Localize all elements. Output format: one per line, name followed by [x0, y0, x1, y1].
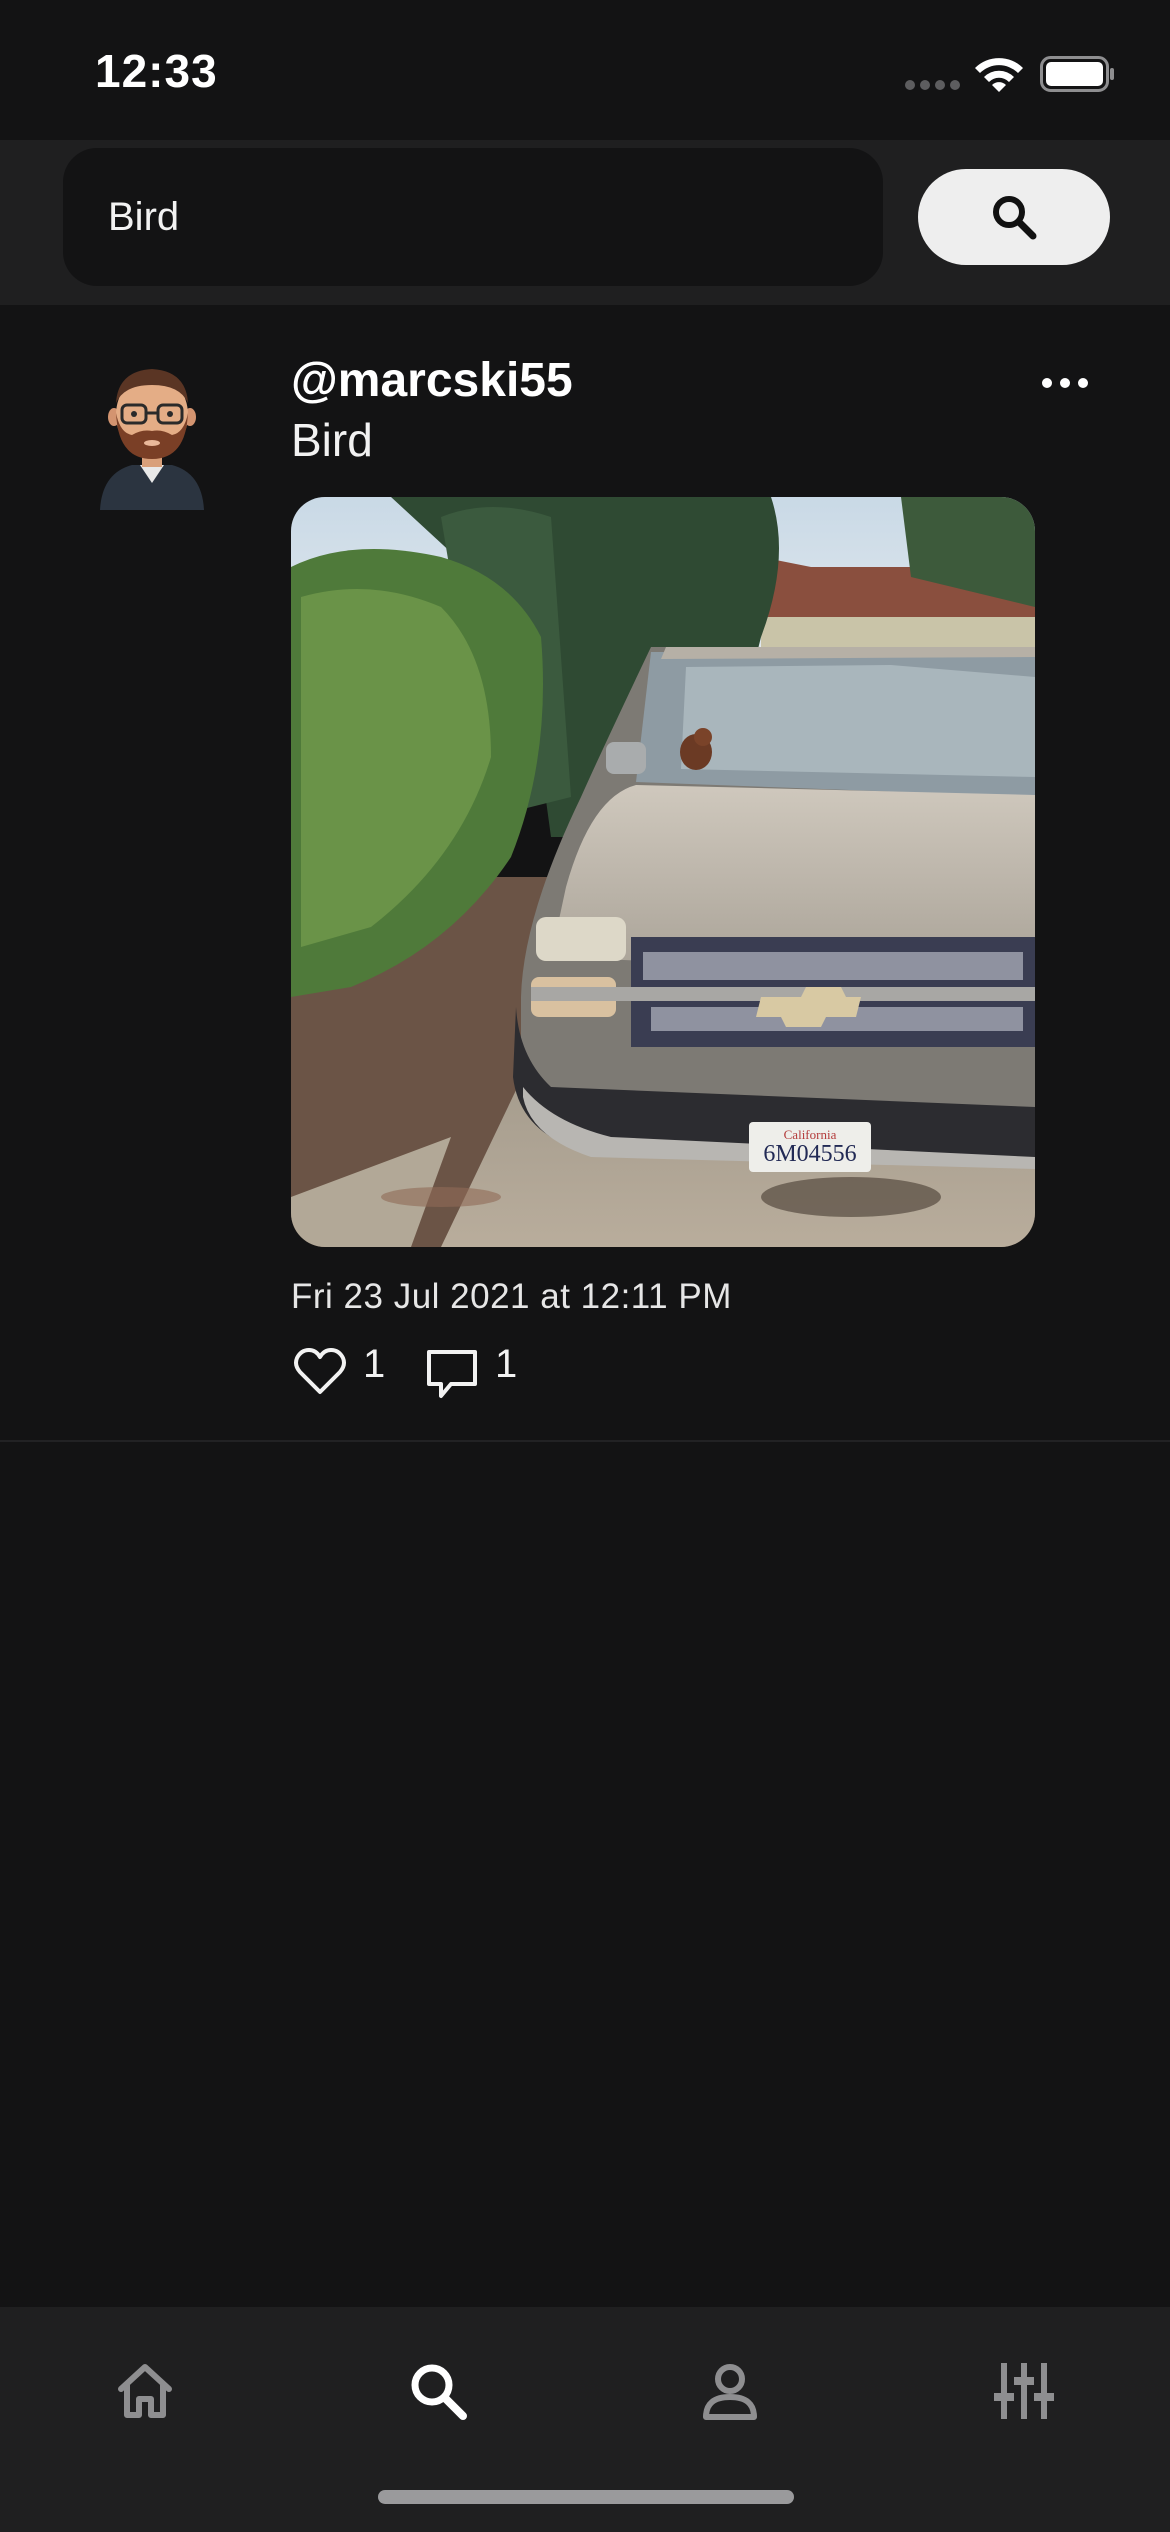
post-image[interactable]: 6M04556 California: [291, 497, 1035, 1247]
search-button[interactable]: [918, 169, 1110, 265]
home-indicator[interactable]: [378, 2490, 794, 2504]
battery-icon: [1040, 56, 1114, 92]
home-icon: [118, 2364, 172, 2418]
search-query: Bird: [108, 194, 180, 239]
like-count: 1: [363, 1342, 386, 1386]
settings-sliders-icon: [994, 2363, 1054, 2419]
status-bar: 12:33: [0, 0, 1170, 140]
search-input[interactable]: Bird: [63, 148, 883, 286]
heart-icon[interactable]: [293, 1346, 347, 1396]
status-time: 12:33: [95, 45, 218, 97]
license-plate-state: California: [784, 1127, 837, 1142]
app-screen: 12:33 Bird @marcski55 Bird 6M04556 Calif…: [0, 0, 1170, 2532]
tab-profile[interactable]: [690, 2351, 770, 2431]
profile-icon: [703, 2364, 757, 2420]
tab-search[interactable]: [398, 2351, 478, 2431]
tab-settings[interactable]: [984, 2351, 1064, 2431]
search-icon: [993, 196, 1037, 240]
more-options-icon[interactable]: [1040, 373, 1090, 393]
post-text: Bird: [291, 414, 373, 466]
cellular-signal-icon: [905, 80, 961, 92]
comment-icon[interactable]: [425, 1348, 479, 1400]
post-timestamp: Fri 23 Jul 2021 at 12:11 PM: [291, 1277, 732, 1316]
post-username[interactable]: @marcski55: [291, 353, 573, 408]
wifi-icon: [975, 58, 1023, 92]
photo-truck-with-bird: 6M04556 California: [291, 497, 1035, 1247]
search-bar: Bird: [0, 140, 1170, 305]
search-icon: [411, 2364, 467, 2420]
tab-home[interactable]: [105, 2351, 185, 2431]
avatar[interactable]: [92, 355, 212, 510]
post-card[interactable]: @marcski55 Bird 6M04556 California Fri 2…: [0, 305, 1170, 1442]
comment-count: 1: [495, 1342, 518, 1386]
license-plate-text: 6M04556: [763, 1141, 856, 1167]
